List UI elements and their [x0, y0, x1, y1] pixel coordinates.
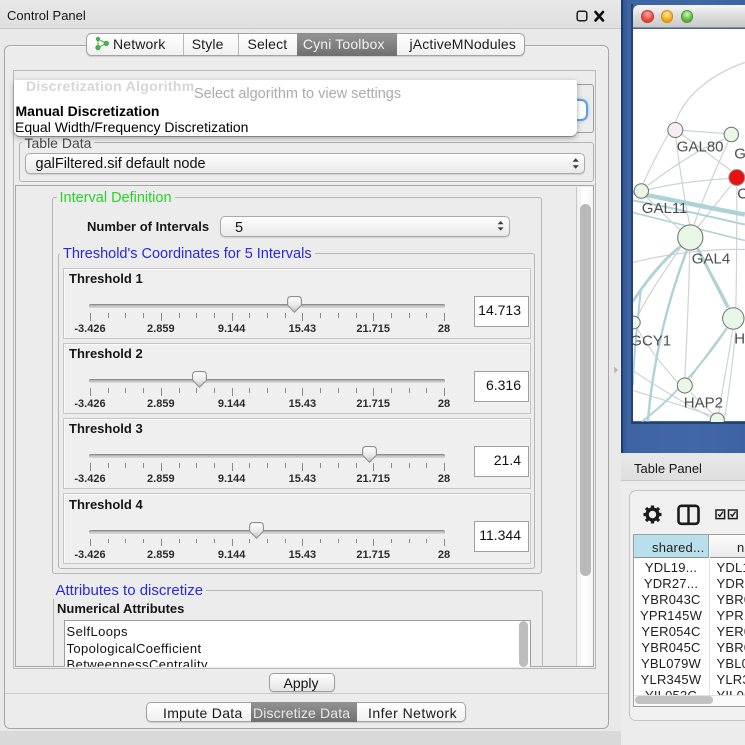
svg-text:GCY1: GCY1: [633, 332, 671, 349]
svg-text:GAL11: GAL11: [642, 200, 688, 217]
svg-text:GAL80: GAL80: [677, 138, 724, 155]
svg-text:C: C: [737, 185, 745, 202]
svg-text:GAL4: GAL4: [692, 250, 730, 267]
svg-text:H: H: [734, 330, 745, 347]
svg-text:GA: GA: [734, 145, 745, 162]
svg-text:HAP2: HAP2: [684, 394, 723, 411]
